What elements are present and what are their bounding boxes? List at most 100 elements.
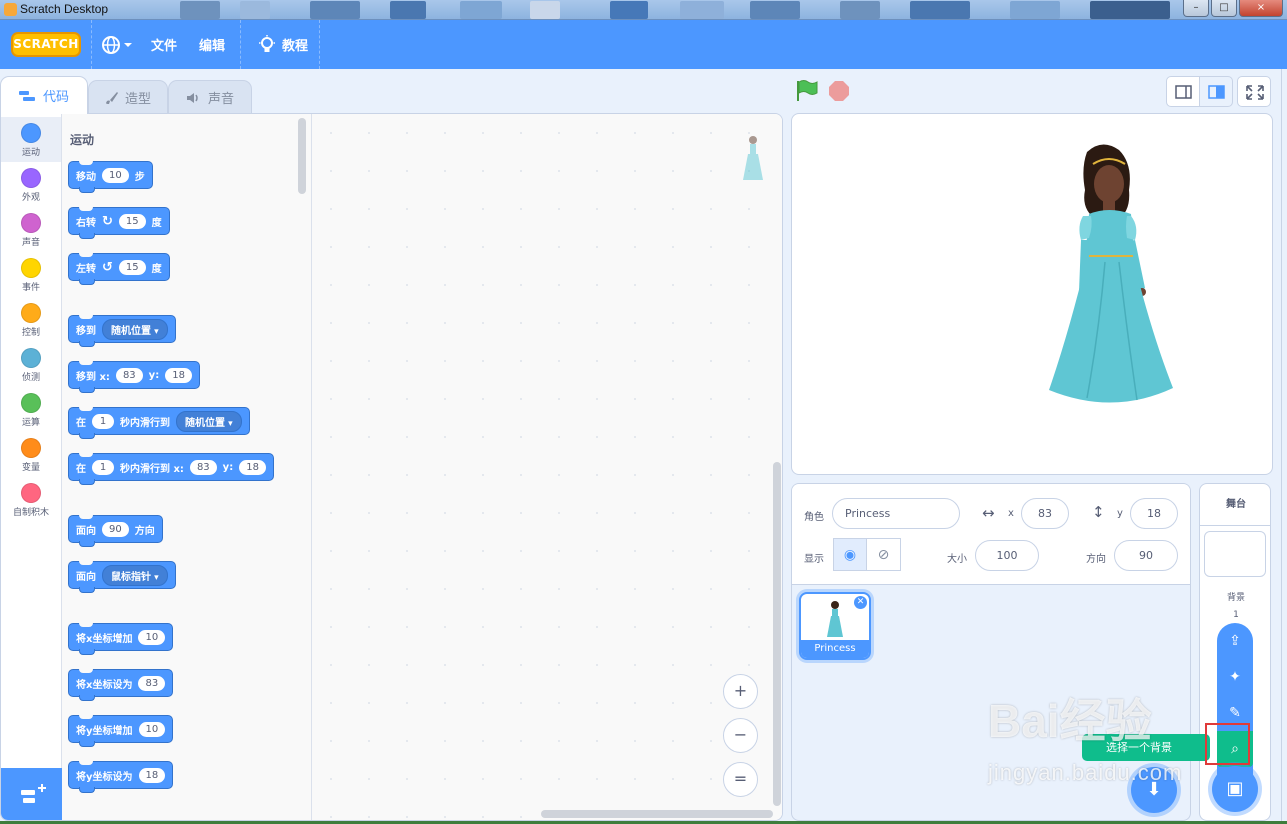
lightbulb-icon (259, 35, 275, 52)
block-go-to[interactable]: 移到 随机位置 (68, 315, 176, 347)
glide-target-dropdown[interactable]: 随机位置 (176, 410, 242, 432)
file-menu[interactable]: 文件 (151, 35, 177, 54)
value-input[interactable]: 83 (138, 675, 166, 691)
direction-input[interactable]: 90 (1114, 540, 1178, 571)
x-input[interactable]: 83 (1021, 498, 1069, 529)
upload-backdrop-button[interactable]: ⇪ (1217, 623, 1253, 659)
sprite-name-label: 角色 (804, 512, 824, 523)
maximize-button[interactable]: □ (1211, 0, 1237, 17)
degrees-input[interactable]: 15 (118, 213, 146, 229)
sprite-preview-icon (743, 136, 763, 180)
show-sprite-button[interactable]: ◉ (834, 539, 868, 570)
x-label: x (1008, 508, 1014, 519)
category-sensing[interactable]: 侦测 (1, 342, 61, 387)
block-label: 将x坐标增加 (76, 633, 133, 645)
delete-sprite-button[interactable]: ✕ (854, 596, 867, 609)
block-move-steps[interactable]: 移动 10 步 (68, 161, 153, 193)
zoom-out-button[interactable]: − (723, 718, 758, 753)
secs-input[interactable]: 1 (92, 459, 114, 475)
backdrop-thumbnail[interactable] (1204, 531, 1266, 577)
annotation-highlight-box (1205, 723, 1250, 765)
stage-selector[interactable]: 舞台 背景 1 ⇪ ✦ ✎ ⌕ ▣ (1199, 483, 1271, 821)
large-stage-icon (1208, 85, 1225, 99)
stage-canvas[interactable] (791, 113, 1273, 475)
block-change-x[interactable]: 将x坐标增加 10 (68, 623, 174, 655)
block-change-y[interactable]: 将y坐标增加 10 (68, 715, 174, 747)
y-input[interactable]: 18 (1130, 498, 1178, 529)
size-input[interactable]: 100 (975, 540, 1039, 571)
category-motion[interactable]: 运动 (1, 117, 61, 162)
tutorials-menu[interactable]: 教程 (282, 35, 308, 54)
sprite-thumbnail[interactable]: ✕ Princess (799, 592, 871, 660)
value-input[interactable]: 10 (138, 629, 166, 645)
rotate-left-icon: ↺ (102, 259, 113, 275)
block-set-y[interactable]: 将y坐标设为 18 (68, 761, 174, 793)
large-stage-button[interactable] (1199, 76, 1233, 107)
surprise-backdrop-button[interactable]: ✦ (1217, 659, 1253, 695)
y-label: y (1117, 508, 1123, 519)
sprite-name-input[interactable]: Princess (832, 498, 960, 529)
tab-costumes[interactable]: 造型 (88, 80, 168, 114)
green-flag-button[interactable] (795, 79, 819, 103)
block-label: 移动 (76, 171, 96, 183)
degrees-input[interactable]: 15 (118, 259, 146, 275)
value-input[interactable]: 10 (138, 721, 166, 737)
y-input[interactable]: 18 (239, 459, 266, 475)
code-editor: 运动 外观 声音 事件 控制 侦测 运算 变量 自制积木 运动 移动 10 步 (0, 113, 783, 821)
scratch-logo[interactable]: SCRATCH (11, 32, 81, 57)
edit-menu[interactable]: 编辑 (199, 35, 225, 54)
menu-divider (91, 20, 92, 69)
zoom-reset-button[interactable]: = (723, 762, 758, 797)
workspace-vertical-scrollbar[interactable] (773, 462, 781, 806)
block-glide-to-xy[interactable]: 在 1 秒内滑行到 x: 83 y: 18 (68, 453, 274, 485)
stop-button[interactable] (829, 81, 849, 101)
category-looks[interactable]: 外观 (1, 162, 61, 207)
rotate-right-icon: ↻ (102, 213, 113, 229)
block-turn-right[interactable]: 右转 ↻ 15 度 (68, 207, 170, 239)
taskbar-thumbnails (150, 0, 1180, 20)
category-dot (21, 213, 41, 233)
category-sound[interactable]: 声音 (1, 207, 61, 252)
fullscreen-icon (1246, 85, 1264, 100)
stage-title: 舞台 (1200, 484, 1270, 526)
category-events[interactable]: 事件 (1, 252, 61, 297)
secs-input[interactable]: 1 (92, 413, 114, 429)
block-go-to-xy[interactable]: 移到 x: 83 y: 18 (68, 361, 200, 393)
scratch-window: Scratch Desktop – □ × SCRATCH 文件 编辑 教程 代… (0, 0, 1287, 824)
fullscreen-button[interactable] (1237, 76, 1271, 107)
tab-code[interactable]: 代码 (0, 76, 88, 114)
language-menu[interactable] (100, 34, 136, 56)
towards-dropdown[interactable]: 鼠标指针 (102, 564, 168, 586)
minimize-button[interactable]: – (1183, 0, 1209, 17)
category-label: 控制 (21, 328, 40, 338)
block-point-direction[interactable]: 面向 90 方向 (68, 515, 163, 547)
value-input[interactable]: 18 (138, 767, 166, 783)
palette-scrollbar[interactable] (298, 118, 306, 194)
category-operators[interactable]: 运算 (1, 387, 61, 432)
steps-input[interactable]: 10 (102, 167, 129, 183)
add-extension-button[interactable] (1, 768, 62, 820)
zoom-in-button[interactable]: + (723, 674, 758, 709)
block-point-towards[interactable]: 面向 鼠标指针 (68, 561, 176, 593)
block-turn-left[interactable]: 左转 ↺ 15 度 (68, 253, 170, 285)
category-my-blocks[interactable]: 自制积木 (1, 477, 61, 522)
x-input[interactable]: 83 (115, 367, 143, 383)
choose-backdrop-button[interactable]: ▣ (1212, 766, 1258, 812)
direction-input[interactable]: 90 (102, 521, 129, 537)
category-variables[interactable]: 变量 (1, 432, 61, 477)
workspace-horizontal-scrollbar[interactable] (541, 810, 773, 818)
princess-sprite[interactable] (1047, 142, 1177, 410)
block-glide-to[interactable]: 在 1 秒内滑行到 随机位置 (68, 407, 250, 439)
scratch-app-icon (4, 3, 17, 16)
hide-sprite-button[interactable]: ⊘ (867, 539, 900, 570)
window-edge (1281, 69, 1287, 821)
close-window-button[interactable]: × (1239, 0, 1283, 17)
small-stage-button[interactable] (1166, 76, 1200, 107)
category-control[interactable]: 控制 (1, 297, 61, 342)
x-input[interactable]: 83 (189, 459, 217, 475)
script-workspace[interactable]: + − = (312, 114, 782, 820)
y-input[interactable]: 18 (165, 367, 192, 383)
block-set-x[interactable]: 将x坐标设为 83 (68, 669, 174, 701)
tab-sounds[interactable]: 声音 (168, 80, 252, 114)
goto-target-dropdown[interactable]: 随机位置 (102, 318, 168, 340)
